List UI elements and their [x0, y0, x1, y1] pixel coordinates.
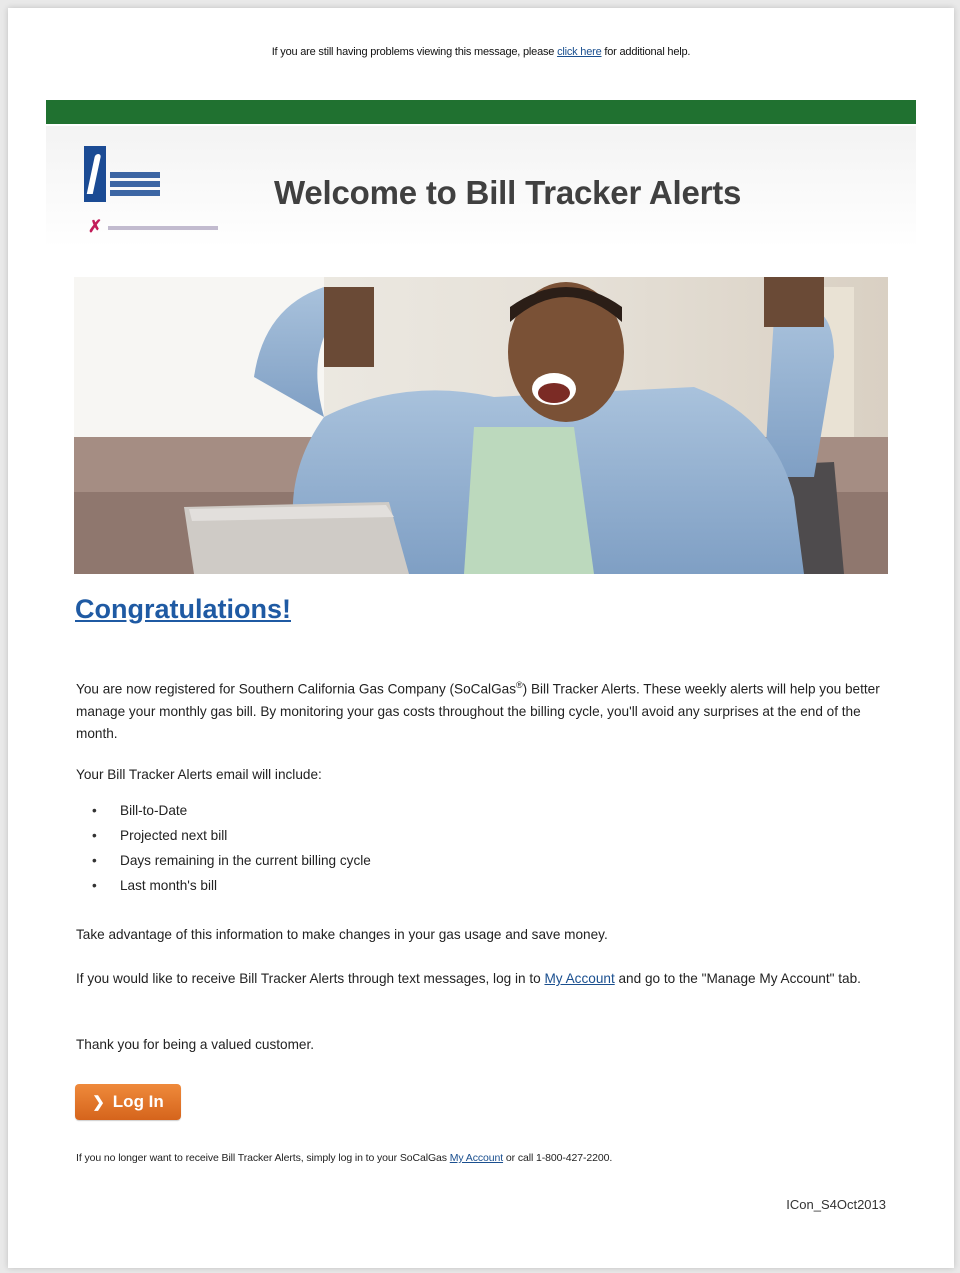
- chevron-right-icon: ❯: [92, 1094, 105, 1111]
- header-green-bar: [46, 100, 916, 124]
- socalgas-logo-icon: [84, 146, 162, 206]
- page-title: Welcome to Bill Tracker Alerts: [274, 174, 742, 211]
- preheader: If you are still having problems viewing…: [8, 46, 954, 58]
- list-item: Bill-to-Date: [92, 798, 371, 823]
- registered-mark: ®: [516, 680, 523, 690]
- click-here-link[interactable]: click here: [557, 46, 602, 58]
- preheader-text-after: for additional help.: [601, 46, 691, 58]
- advantage-paragraph: Take advantage of this information to ma…: [76, 927, 608, 942]
- email-sheet: If you are still having problems viewing…: [8, 8, 954, 1268]
- log-in-label: Log In: [112, 1092, 164, 1111]
- hero-image: [74, 277, 888, 574]
- text-messages-paragraph: If you would like to receive Bill Tracke…: [76, 971, 861, 986]
- footer-my-account-link[interactable]: My Account: [450, 1152, 503, 1164]
- campaign-code: ICon_S4Oct2013: [786, 1197, 886, 1212]
- list-item: Projected next bill: [92, 823, 371, 848]
- preheader-text: If you are still having problems viewing…: [271, 46, 558, 58]
- congratulations-heading: Congratulations!: [75, 594, 291, 624]
- email-header: ✗ Welcome to Bill Tracker Alerts: [46, 126, 916, 248]
- list-item: Last month's bill: [92, 873, 371, 898]
- includes-paragraph: Your Bill Tracker Alerts email will incl…: [76, 767, 322, 782]
- thank-you-paragraph: Thank you for being a valued customer.: [76, 1037, 315, 1052]
- man-celebrating-photo-icon: [74, 277, 888, 574]
- intro-paragraph: You are now registered for Southern Cali…: [76, 680, 880, 741]
- log-in-button[interactable]: ❯ Log In: [75, 1084, 181, 1120]
- unsubscribe-note: If you no longer want to receive Bill Tr…: [76, 1152, 613, 1164]
- list-item: Days remaining in the current billing cy…: [92, 848, 371, 873]
- my-account-link[interactable]: My Account: [544, 971, 614, 986]
- flame-icon: [84, 146, 106, 202]
- ribbon-icon: ✗: [88, 217, 103, 236]
- alert-contents-list: Bill-to-Date Projected next bill Days re…: [92, 798, 371, 898]
- logo-wordmark: [110, 172, 160, 199]
- sempra-energy-logo-icon: ✗: [74, 218, 224, 238]
